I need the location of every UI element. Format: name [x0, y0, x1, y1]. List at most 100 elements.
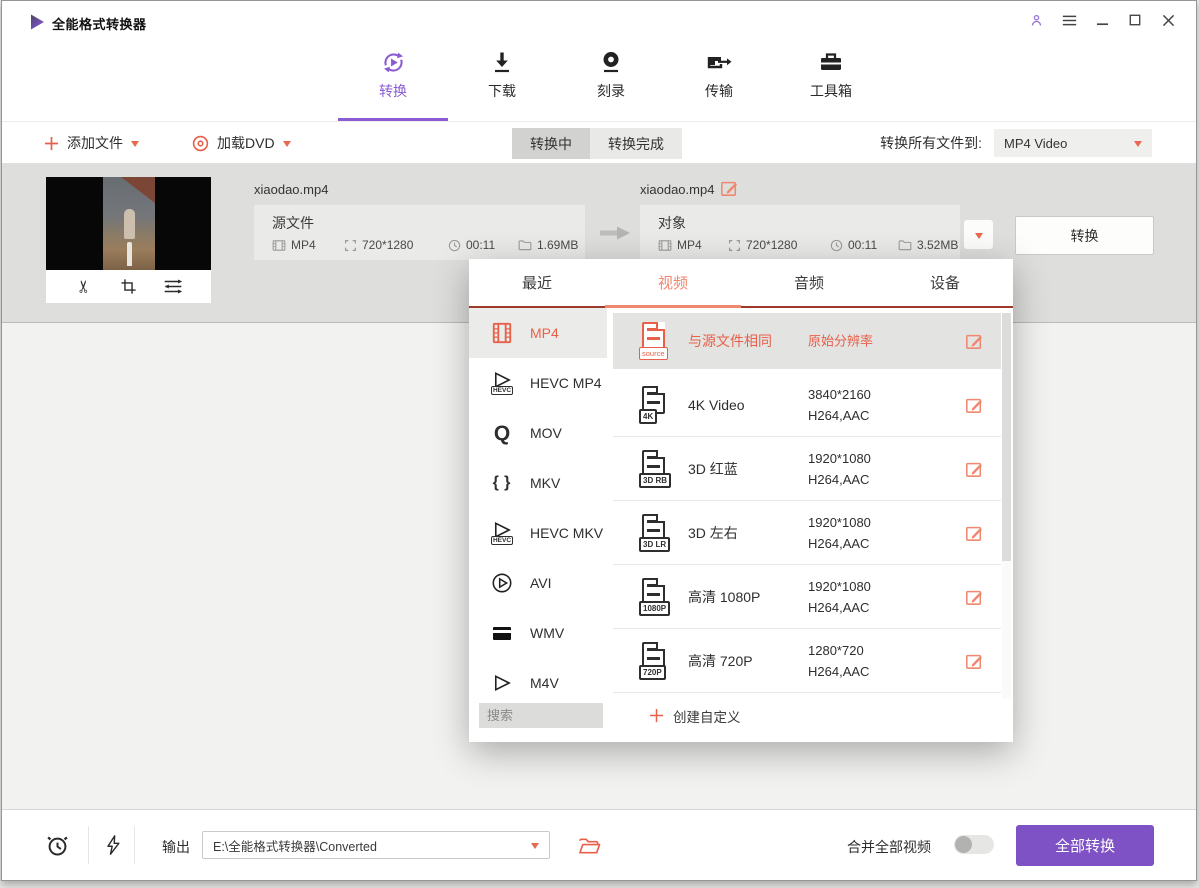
tab-toolbox[interactable]: 工具箱 [776, 47, 886, 101]
film-icon [658, 239, 672, 252]
rename-edit-icon[interactable] [720, 179, 738, 197]
effects-icon[interactable] [163, 277, 183, 297]
hardware-accel-icon[interactable] [100, 832, 126, 858]
app-logo [28, 13, 46, 31]
preset-specs: 3840*2160 H264,AAC [808, 384, 871, 426]
edit-icon[interactable] [965, 332, 983, 350]
preset-resolution: 1280*720 [808, 640, 869, 661]
preset-row-hd-1080p[interactable]: 1080P 高清 1080P 1920*1080 H264,AAC [613, 565, 1001, 629]
hevc-play-icon: HEVC [487, 368, 517, 398]
crop-icon[interactable] [119, 277, 139, 297]
tab-converting[interactable]: 转换中 [512, 128, 590, 159]
format-item-avi[interactable]: AVI [469, 558, 607, 608]
convert-all-to-label: 转换所有文件到: [880, 133, 982, 153]
app-window: 全能格式转换器 [1, 0, 1197, 881]
thumbnail-preview[interactable] [46, 177, 211, 270]
desktop: 全能格式转换器 [0, 0, 1199, 888]
preset-resolution: 1920*1080 [808, 512, 871, 533]
format-item-mkv[interactable]: { } MKV [469, 458, 607, 508]
titlebar: 全能格式转换器 [2, 1, 1196, 41]
format-picker-popup: 最近 视频 音频 设备 MP4 HEVC [469, 259, 1013, 742]
output-label: 输出 [162, 837, 190, 857]
edit-icon[interactable] [965, 588, 983, 606]
add-file-button[interactable]: 添加文件 [44, 122, 139, 164]
format-item-mp4[interactable]: MP4 [469, 308, 607, 358]
schedule-icon[interactable] [44, 832, 70, 858]
preset-row-same-as-source[interactable]: source 与源文件相同 原始分辨率 [613, 313, 1001, 369]
add-file-caret-icon[interactable] [131, 141, 139, 151]
merge-videos-toggle[interactable] [954, 835, 994, 854]
menu-icon[interactable] [1061, 12, 1077, 28]
bottom-bar: 输出 E:\全能格式转换器\Converted 合并全部视频 全部转换 [2, 809, 1196, 880]
convert-button[interactable]: 转换 [1015, 216, 1154, 255]
tab-convert[interactable]: 转换 [338, 47, 448, 101]
format-item-hevc-mkv[interactable]: HEVC HEVC MKV [469, 508, 607, 558]
maximize-button[interactable] [1127, 12, 1143, 28]
tab-toolbox-label: 工具箱 [776, 81, 886, 101]
open-folder-icon[interactable] [576, 833, 602, 859]
load-dvd-button[interactable]: 加载DVD [192, 122, 291, 164]
scrollbar-thumb[interactable] [1002, 313, 1011, 561]
size-icon [518, 239, 532, 251]
tab-finished[interactable]: 转换完成 [590, 128, 682, 159]
popup-tab-audio[interactable]: 音频 [741, 259, 877, 306]
target-info-box: 对象 MP4 720*1280 00:11 [640, 205, 960, 260]
tab-transfer[interactable]: 传输 [664, 47, 774, 101]
preset-codec: H264,AAC [808, 405, 871, 426]
preset-row-hd-720p[interactable]: 720P 高清 720P 1280*720 H264,AAC [613, 629, 1001, 693]
source-file-name: xiaodao.mp4 [254, 182, 328, 197]
edit-icon[interactable] [965, 460, 983, 478]
edit-icon[interactable] [965, 396, 983, 414]
search-input[interactable] [479, 703, 603, 728]
preset-doc-icon: 3D LR [639, 514, 671, 552]
close-button[interactable] [1160, 12, 1176, 28]
preset-codec: H264,AAC [808, 469, 871, 490]
add-icon [44, 136, 59, 151]
preset-name: 3D 红蓝 [688, 459, 738, 479]
preset-row-3d-leftright[interactable]: 3D LR 3D 左右 1920*1080 H264,AAC [613, 501, 1001, 565]
minimize-button[interactable] [1094, 12, 1110, 28]
popup-tab-recent[interactable]: 最近 [469, 259, 605, 306]
popup-tab-device[interactable]: 设备 [877, 259, 1013, 306]
preset-name: 高清 1080P [688, 587, 760, 607]
tab-burn[interactable]: 刻录 [556, 47, 666, 101]
download-tab-icon [447, 47, 557, 77]
format-list: MP4 HEVC HEVC MP4 Q MOV { } MKV [469, 308, 607, 701]
target-format-caret-icon [1134, 141, 1142, 151]
tab-convert-label: 转换 [338, 81, 448, 101]
hevc-play-icon: HEVC [487, 518, 517, 548]
format-item-wmv[interactable]: WMV [469, 608, 607, 658]
preset-resolution: 3840*2160 [808, 384, 871, 405]
format-item-mov[interactable]: Q MOV [469, 408, 607, 458]
target-settings-dropdown-button[interactable] [963, 219, 994, 250]
load-dvd-caret-icon[interactable] [283, 141, 291, 151]
format-item-hevc-mp4[interactable]: HEVC HEVC MP4 [469, 358, 607, 408]
preset-name: 4K Video [688, 397, 745, 413]
convert-all-button[interactable]: 全部转换 [1016, 825, 1154, 866]
preset-scrollbar[interactable] [1002, 313, 1011, 699]
divider [134, 826, 135, 864]
target-format-select[interactable]: MP4 Video [994, 129, 1152, 157]
edit-icon[interactable] [965, 524, 983, 542]
create-custom-button[interactable]: 创建自定义 [649, 703, 741, 728]
resolution-icon [728, 239, 741, 252]
target-duration: 00:11 [830, 238, 898, 252]
video-thumbnail: ✂ [46, 177, 211, 303]
cut-icon[interactable]: ✂ [75, 277, 95, 297]
output-path-select[interactable]: E:\全能格式转换器\Converted [202, 831, 550, 859]
user-icon[interactable] [1028, 12, 1044, 28]
convert-tab-icon [338, 47, 448, 77]
preset-row-4k[interactable]: 4K 4K Video 3840*2160 H264,AAC [613, 373, 1001, 437]
tab-download[interactable]: 下载 [447, 47, 557, 101]
edit-icon[interactable] [965, 652, 983, 670]
preset-specs: 1280*720 H264,AAC [808, 640, 869, 682]
resolution-icon [344, 239, 357, 252]
popup-tab-video[interactable]: 视频 [605, 259, 741, 306]
thumbnail-toolbar: ✂ [46, 270, 211, 303]
preset-row-3d-redblue[interactable]: 3D RB 3D 红蓝 1920*1080 H264,AAC [613, 437, 1001, 501]
flow-arrow-icon [598, 224, 632, 242]
target-size: 3.52MB [898, 238, 958, 252]
preset-specs: 1920*1080 H264,AAC [808, 448, 871, 490]
format-item-m4v[interactable]: M4V [469, 658, 607, 701]
popup-footer: 创建自定义 [469, 701, 1013, 742]
